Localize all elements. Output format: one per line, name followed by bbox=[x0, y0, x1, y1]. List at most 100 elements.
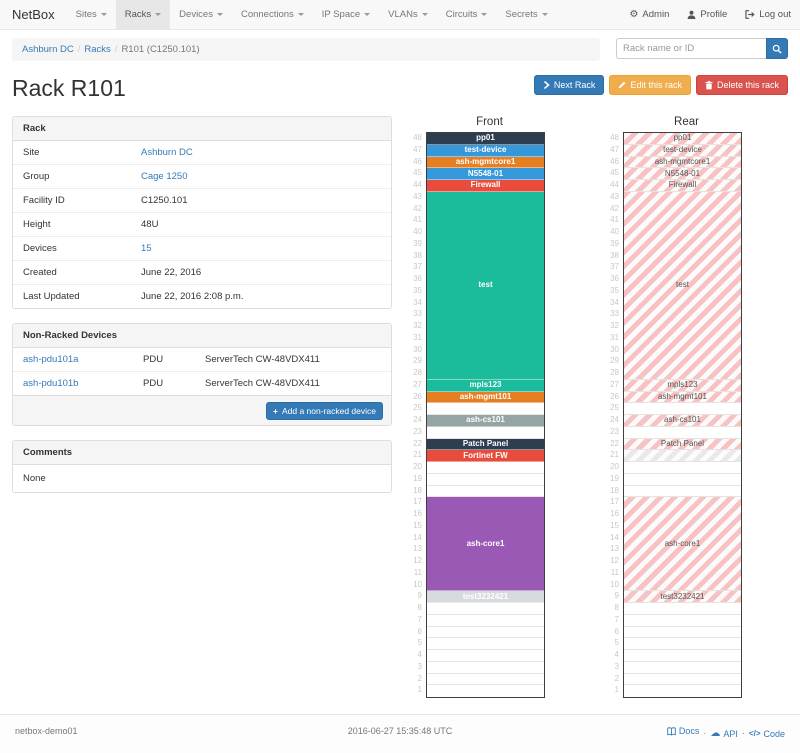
delete-rack-button[interactable]: Delete this rack bbox=[696, 75, 788, 95]
rack-device-label: ash-core1 bbox=[665, 540, 701, 548]
main-nav: SitesRacks Devices Connections IP SpaceVLAN… bbox=[67, 0, 621, 29]
nav-item-connections[interactable]: Connections bbox=[232, 0, 313, 29]
next-rack-button[interactable]: Next Rack bbox=[534, 75, 605, 95]
rack-device-pp01[interactable]: pp01 bbox=[427, 133, 544, 145]
rack-unit-empty[interactable] bbox=[427, 603, 544, 615]
rack-device-ash-core1: ash-core1 bbox=[624, 497, 741, 591]
rear-elevation-title: Rear bbox=[627, 116, 746, 128]
unit-number: 31 bbox=[404, 332, 422, 344]
unit-number: 37 bbox=[404, 261, 422, 273]
rack-device-ash-mgmtcore1: ash-mgmtcore1 bbox=[624, 157, 741, 169]
device-model-cell: ServerTech CW-48VDX411 bbox=[195, 372, 391, 396]
footer-link-api[interactable]: ☁API bbox=[710, 729, 738, 739]
device-role-cell: PDU bbox=[133, 348, 195, 372]
nav-item-sites[interactable]: Sites bbox=[67, 0, 116, 29]
unit-number: 46 bbox=[601, 156, 619, 168]
nav-item-label: Devices bbox=[179, 9, 213, 20]
unit-number: 48 bbox=[601, 132, 619, 144]
nav-item-circuits[interactable]: Circuits bbox=[437, 0, 497, 29]
unit-number: 41 bbox=[404, 214, 422, 226]
attr-value-link[interactable]: Ashburn DC bbox=[141, 147, 193, 158]
nav-item-ip-space[interactable]: IP Space bbox=[313, 0, 379, 29]
rack-search bbox=[616, 38, 788, 59]
rack-device-firewall[interactable]: Firewall bbox=[427, 180, 544, 192]
brand-logo[interactable]: NetBox bbox=[0, 0, 67, 29]
table-row: SiteAshburn DC bbox=[13, 141, 391, 165]
nav-item-devices[interactable]: Devices bbox=[170, 0, 232, 29]
rack-device-ash-cs101[interactable]: ash-cs101 bbox=[427, 415, 544, 427]
rack-device-test-device[interactable]: test-device bbox=[427, 145, 544, 157]
table-row: GroupCage 1250 bbox=[13, 165, 391, 189]
rack-device-ash-core1[interactable]: ash-core1 bbox=[427, 497, 544, 591]
rack-device-fortinet-fw[interactable]: Fortinet FW bbox=[427, 450, 544, 462]
unit-number: 1 bbox=[601, 684, 619, 696]
nav-item-profile[interactable]: Profile bbox=[678, 0, 736, 29]
rack-unit-empty[interactable] bbox=[427, 486, 544, 498]
unit-number: 22 bbox=[601, 438, 619, 450]
attr-value-link[interactable]: 15 bbox=[141, 243, 152, 254]
rack-device-n5548-01[interactable]: N5548-01 bbox=[427, 168, 544, 180]
rack-device-test3232421[interactable]: test3232421 bbox=[427, 591, 544, 603]
chevron-down-icon bbox=[101, 13, 107, 16]
footer-link-docs[interactable]: Docs bbox=[667, 726, 700, 736]
front-rack: pp01test-deviceash-mgmtcore1 N5548-01Fire… bbox=[426, 132, 545, 698]
nav-item-secrets[interactable]: Secrets bbox=[496, 0, 556, 29]
nav-item-racks[interactable]: Racks bbox=[116, 0, 170, 29]
unit-number: 2 bbox=[601, 673, 619, 685]
unit-number: 47 bbox=[601, 144, 619, 156]
unit-number: 27 bbox=[601, 379, 619, 391]
breadcrumb: Ashburn DC/Racks/R101 (C1250.101) bbox=[12, 38, 600, 61]
attr-label: Created bbox=[13, 261, 131, 285]
rack-device-ash-mgmt101[interactable]: ash-mgmt101 bbox=[427, 392, 544, 404]
unit-number: 42 bbox=[601, 203, 619, 215]
breadcrumb-separator: / bbox=[78, 44, 81, 55]
chevron-right-icon bbox=[543, 81, 550, 89]
edit-rack-button[interactable]: Edit this rack bbox=[609, 75, 691, 95]
unit-number: 3 bbox=[404, 661, 422, 673]
rack-device-label: test bbox=[478, 281, 492, 289]
rack-device-patch-panel[interactable]: Patch Panel bbox=[427, 439, 544, 451]
nav-item-label: Connections bbox=[241, 9, 294, 20]
rack-device-test[interactable]: test bbox=[427, 192, 544, 380]
unit-number: 8 bbox=[601, 602, 619, 614]
nav-item-vlans[interactable]: VLANs bbox=[379, 0, 437, 29]
attr-label: Devices bbox=[13, 237, 131, 261]
rack-device-label: Patch Panel bbox=[661, 440, 704, 448]
rack-unit-empty[interactable] bbox=[427, 615, 544, 627]
rack-device-mpls123[interactable]: mpls123 bbox=[427, 380, 544, 392]
add-nonracked-device-button[interactable]: + Add a non-racked device bbox=[266, 402, 383, 420]
rack-device-label: ash-mgmtcore1 bbox=[456, 158, 516, 166]
rack-device-ash-mgmtcore1[interactable]: ash-mgmtcore1 bbox=[427, 157, 544, 169]
rack-device-label: test bbox=[676, 281, 689, 289]
rack-unit-empty[interactable] bbox=[427, 462, 544, 474]
unit-number: 15 bbox=[601, 520, 619, 532]
unit-number: 16 bbox=[601, 508, 619, 520]
rack-unit-empty[interactable] bbox=[427, 662, 544, 674]
attr-value: C1250.101 bbox=[131, 189, 391, 213]
nav-item-admin[interactable]: ⚙Admin bbox=[620, 0, 678, 29]
device-name-link[interactable]: ash-pdu101b bbox=[23, 378, 78, 389]
breadcrumb-item[interactable]: Racks bbox=[84, 44, 110, 55]
rack-unit-empty[interactable] bbox=[427, 403, 544, 415]
rack-unit-empty[interactable] bbox=[427, 650, 544, 662]
rack-unit-empty[interactable] bbox=[427, 627, 544, 639]
user-icon bbox=[687, 10, 696, 19]
rack-unit-empty[interactable] bbox=[427, 674, 544, 686]
attr-label: Last Updated bbox=[13, 285, 131, 309]
rack-unit-empty[interactable] bbox=[427, 638, 544, 650]
unit-number: 28 bbox=[404, 367, 422, 379]
rack-search-input[interactable] bbox=[616, 38, 766, 59]
device-name-link[interactable]: ash-pdu101a bbox=[23, 354, 78, 365]
footer-link-code[interactable]: </>Code bbox=[749, 729, 785, 739]
attr-value-link[interactable]: Cage 1250 bbox=[141, 171, 187, 182]
search-button[interactable] bbox=[766, 38, 788, 59]
trash-icon bbox=[705, 81, 713, 90]
unit-number: 9 bbox=[601, 590, 619, 602]
breadcrumb-item[interactable]: Ashburn DC bbox=[22, 44, 74, 55]
nav-item-log-out[interactable]: Log out bbox=[736, 0, 800, 29]
rack-unit-empty[interactable] bbox=[427, 427, 544, 439]
rack-unit-empty[interactable] bbox=[427, 685, 544, 697]
footer-timestamp: 2016-06-27 15:35:48 UTC bbox=[272, 726, 529, 739]
rack-unit-empty[interactable] bbox=[427, 474, 544, 486]
unit-number: 24 bbox=[404, 414, 422, 426]
